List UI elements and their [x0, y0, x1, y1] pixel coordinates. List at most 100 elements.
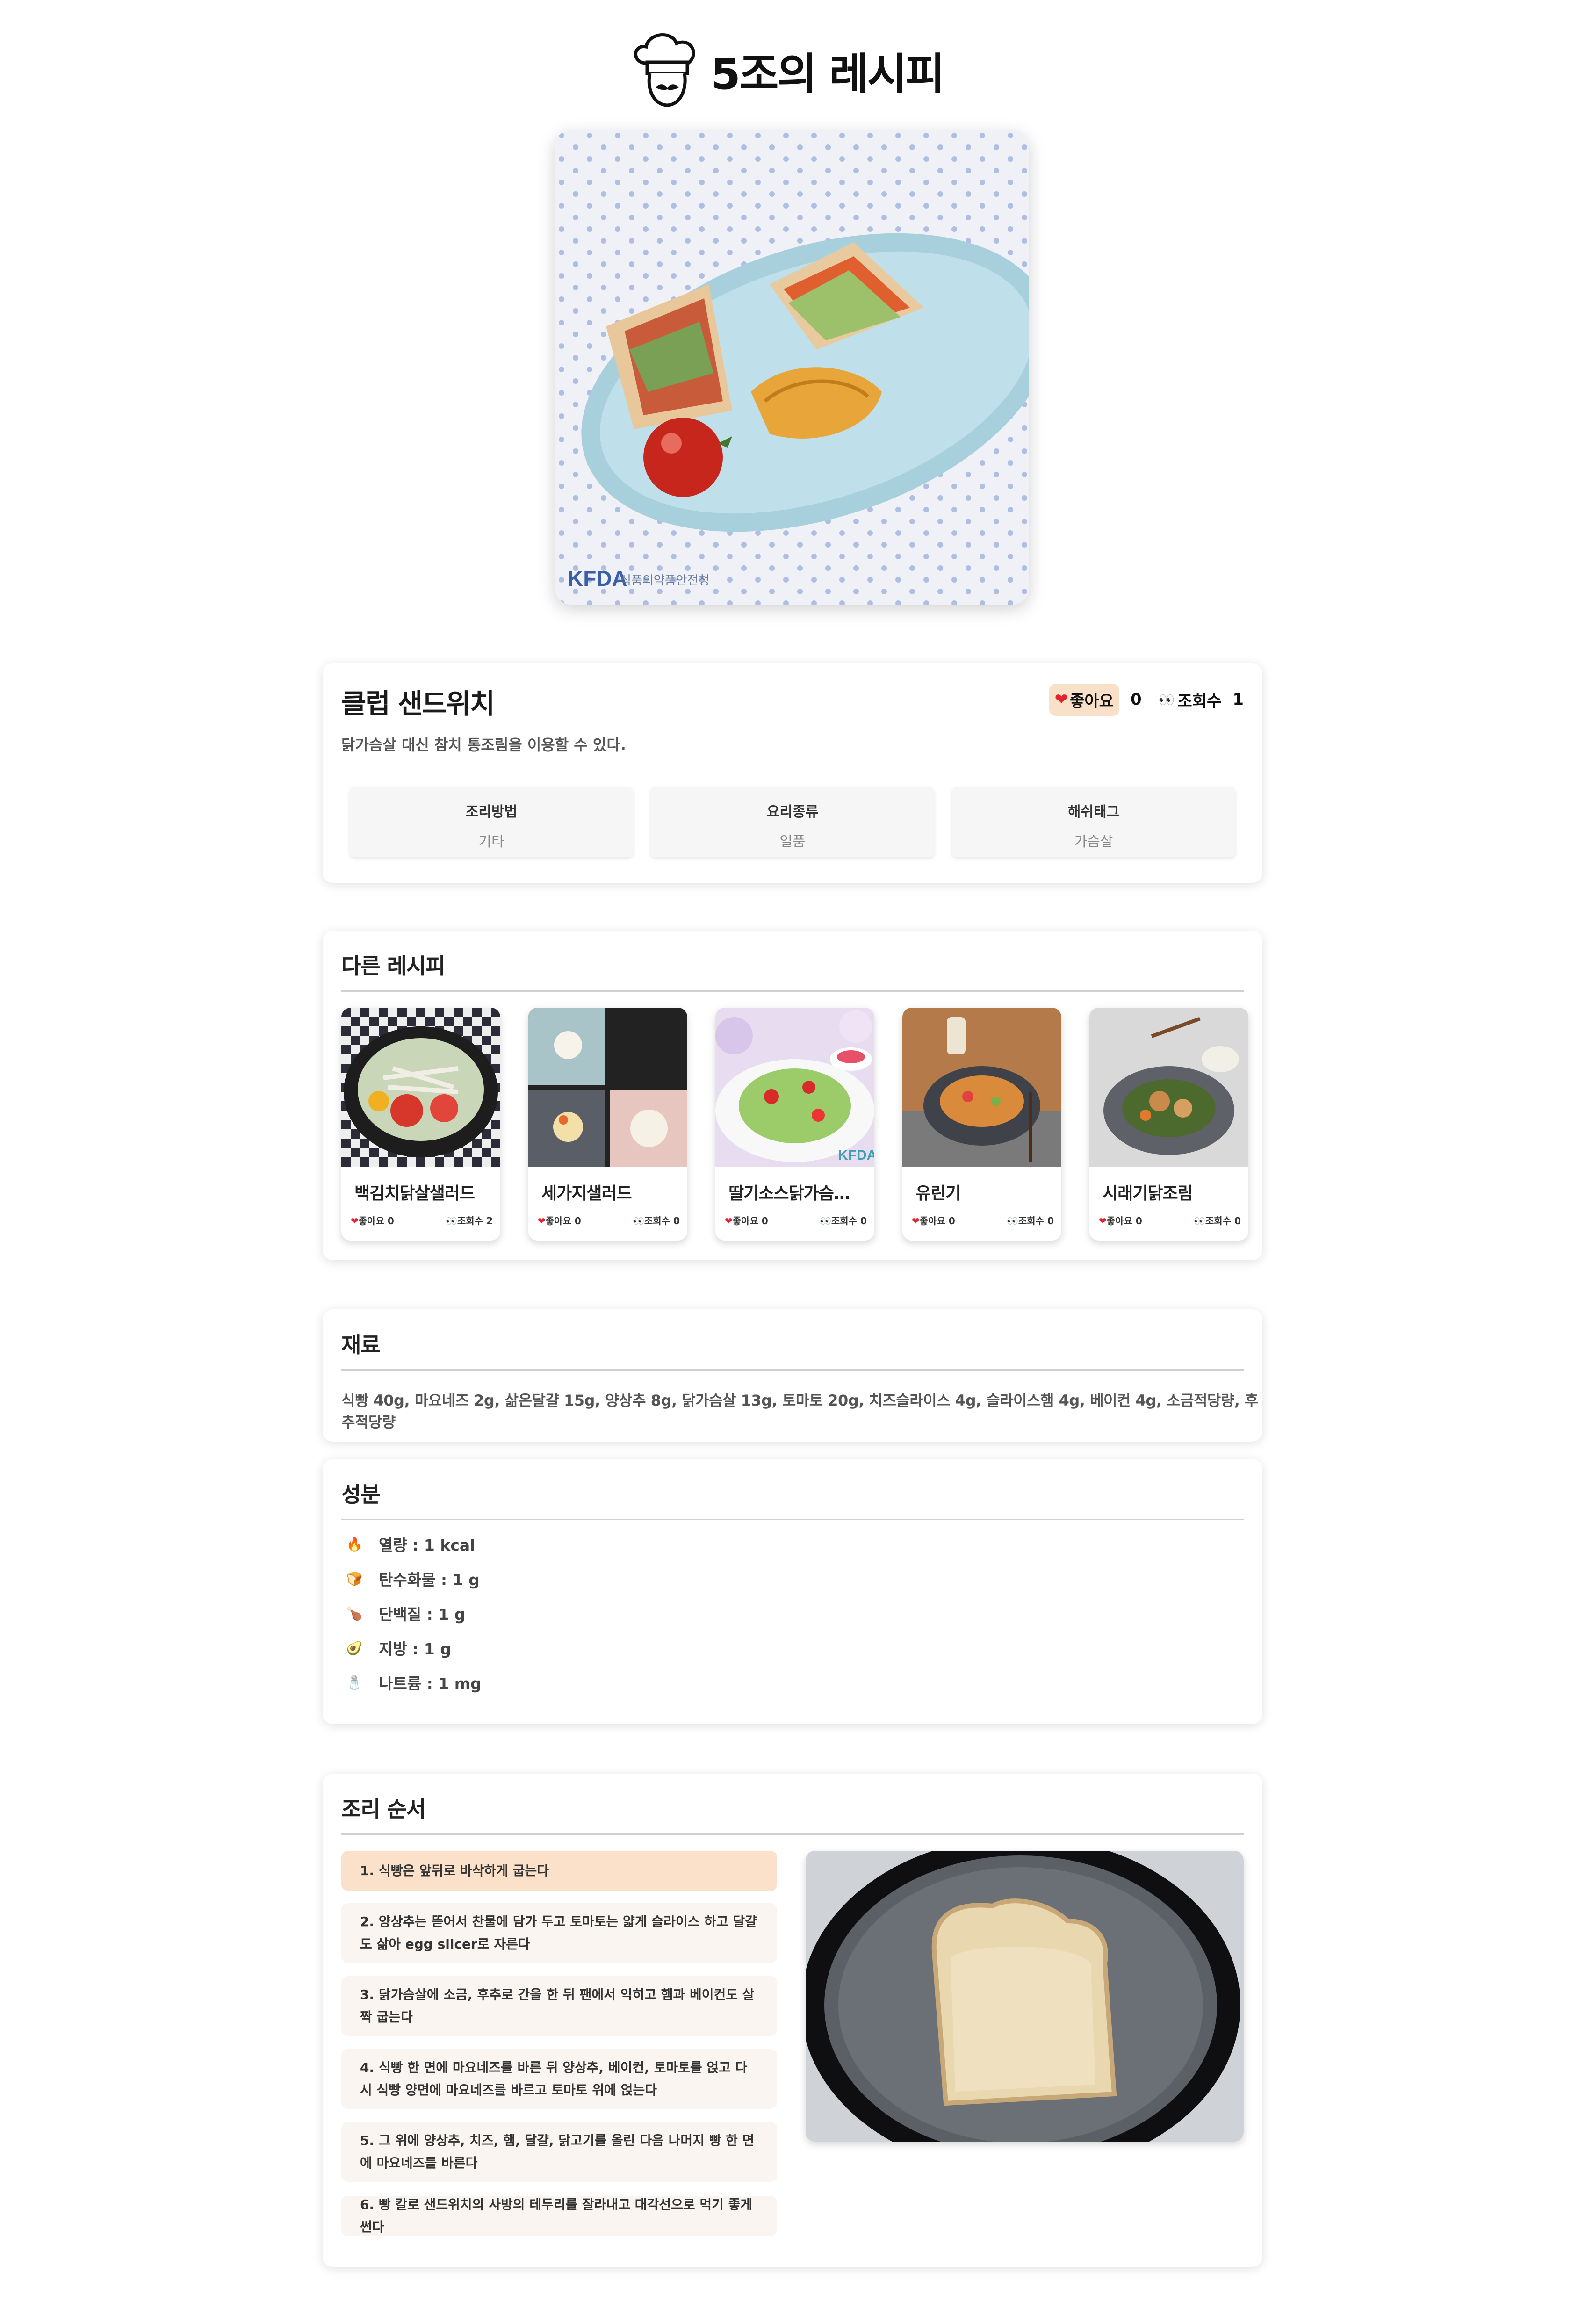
recipe-hero-image: KFDA 식품의약품안전청 [555, 130, 1029, 605]
nutrient-sodium: 🧂 나트륨 : 1 mg [341, 1668, 482, 1696]
recipe-summary-card: 클럽 샌드위치 ❤ 좋아요 0 👀 조회수 1 닭가슴살 대신 참치 통조림을 … [323, 663, 1262, 883]
like-button[interactable]: ❤ 좋아요 [1049, 683, 1119, 716]
nutrient-text: 나트륨 : 1 mg [379, 1674, 482, 1693]
recipe-description: 닭가슴살 대신 참치 통조림을 이용할 수 있다. [341, 736, 626, 754]
nutrient-text: 지방 : 1 g [379, 1640, 451, 1658]
meta-key: 요리종류 [766, 804, 819, 820]
heart-icon: ❤ [912, 1215, 920, 1227]
view-stat: 조회수 2 [457, 1215, 493, 1227]
like-count: 0 [1130, 690, 1142, 709]
cooking-step[interactable]: 5. 그 위에 양상추, 치즈, 햄, 달걀, 닭고기를 올린 다음 나머지 빵… [341, 2122, 777, 2182]
eyes-icon: 👀 [633, 1215, 644, 1227]
svg-text:KFDA: KFDA [838, 1148, 874, 1163]
view-stat: 조회수 0 [1205, 1215, 1241, 1227]
meta-dish-type: 요리종류 일품 [651, 787, 934, 857]
like-stat: 좋아요 0 [732, 1215, 768, 1227]
nutrients-section: 성분 🔥 열량 : 1 kcal 🍞 탄수화물 : 1 g 🍗 단백질 : 1 … [323, 1459, 1262, 1724]
svg-text:식품의약품안전청: 식품의약품안전청 [620, 574, 709, 588]
other-recipe-card[interactable]: 백김치닭살샐러드 ❤좋아요 0 👀조회수 2 [341, 1008, 500, 1241]
other-recipe-title: 딸기소스닭가슴살… [728, 1184, 864, 1203]
section-heading: 성분 [341, 1482, 381, 1507]
other-recipe-title: 유린기 [915, 1184, 961, 1203]
cooking-step[interactable]: 3. 닭가슴살에 소금, 후추로 간을 한 뒤 팬에서 익히고 햄과 베이컨도 … [341, 1976, 777, 2036]
recipe-stats: ❤ 좋아요 0 👀 조회수 1 [1049, 683, 1244, 716]
like-stat: 좋아요 0 [919, 1215, 955, 1227]
other-recipe-stats: ❤좋아요 0 👀조회수 2 [351, 1213, 493, 1227]
heart-icon: ❤ [1054, 690, 1068, 709]
meta-value: 가슴살 [1074, 834, 1113, 850]
eyes-icon: 👀 [1007, 1215, 1018, 1227]
other-recipe-card[interactable]: 시래기닭조림 ❤좋아요 0 👀조회수 0 [1089, 1008, 1248, 1241]
like-stat: 좋아요 0 [1106, 1215, 1142, 1227]
nutrient-text: 열량 : 1 kcal [379, 1536, 476, 1554]
meta-cooking-method: 조리방법 기타 [350, 787, 633, 857]
drumstick-icon: 🍗 [346, 1605, 363, 1621]
avocado-icon: 🥑 [346, 1640, 363, 1656]
divider [341, 1833, 1244, 1835]
other-recipe-title: 시래기닭조림 [1103, 1184, 1193, 1203]
view-label: 조회수 [1177, 692, 1222, 711]
nutrient-protein: 🍗 단백질 : 1 g [341, 1599, 466, 1627]
divider [341, 990, 1244, 992]
other-recipe-stats: ❤좋아요 0 👀조회수 0 [538, 1213, 680, 1227]
cooking-step[interactable]: 1. 식빵은 앞뒤로 바삭하게 굽는다 [341, 1851, 777, 1891]
nutrient-calories: 🔥 열량 : 1 kcal [341, 1530, 476, 1558]
section-heading: 재료 [341, 1332, 381, 1357]
view-stat: 조회수 0 [1018, 1215, 1054, 1227]
cooking-step[interactable]: 2. 양상추는 뜯어서 찬물에 담가 두고 토마토는 얇게 슬라이스 하고 달걀… [341, 1903, 777, 1963]
eyes-icon: 👀 [1158, 692, 1175, 707]
other-recipe-stats: ❤좋아요 0 👀조회수 0 [725, 1213, 867, 1227]
meta-value: 일품 [779, 834, 806, 850]
section-heading: 다른 레시피 [341, 953, 446, 979]
other-recipe-stats: ❤좋아요 0 👀조회수 0 [912, 1213, 1054, 1227]
nutrient-fat: 🥑 지방 : 1 g [341, 1634, 451, 1662]
other-recipe-title: 세가지샐러드 [541, 1184, 632, 1203]
heart-icon: ❤ [351, 1215, 359, 1227]
heart-icon: ❤ [538, 1215, 546, 1227]
fire-icon: 🔥 [346, 1536, 363, 1552]
heart-icon: ❤ [1099, 1215, 1107, 1227]
site-title: 5조의 레시피 [710, 49, 945, 99]
recipe-thumbnail [1089, 1008, 1248, 1167]
divider [341, 1519, 1244, 1520]
view-stat: 조회수 0 [644, 1215, 680, 1227]
view-stat: 조회수 0 [831, 1215, 867, 1227]
meta-value: 기타 [478, 834, 504, 850]
ingredients-section: 재료 식빵 40g, 마요네즈 2g, 삶은달걀 15g, 양상추 8g, 닭가… [323, 1309, 1262, 1442]
nutrient-text: 단백질 : 1 g [379, 1605, 466, 1624]
site-header: 5조의 레시피 [0, 33, 1571, 107]
divider [341, 1369, 1244, 1371]
other-recipe-card[interactable]: 유린기 ❤좋아요 0 👀조회수 0 [902, 1008, 1061, 1241]
nutrient-text: 탄수화물 : 1 g [379, 1571, 480, 1589]
cooking-step[interactable]: 4. 식빵 한 면에 마요네즈를 바른 뒤 양상추, 베이컨, 토마토를 얹고 … [341, 2049, 777, 2109]
chef-hat-mustache-icon [634, 33, 695, 107]
cooking-steps-section: 조리 순서 1. 식빵은 앞뒤로 바삭하게 굽는다 2. 양상추는 뜯어서 찬물… [323, 1774, 1262, 2267]
recipe-title: 클럽 샌드위치 [341, 688, 495, 720]
recipe-thumbnail [902, 1008, 1061, 1167]
meta-key: 조리방법 [465, 804, 518, 820]
other-recipe-stats: ❤좋아요 0 👀조회수 0 [1099, 1213, 1241, 1227]
eyes-icon: 👀 [820, 1215, 831, 1227]
svg-text:KFDA: KFDA [568, 566, 627, 591]
like-stat: 좋아요 0 [545, 1215, 581, 1227]
recipe-thumbnail [528, 1008, 687, 1167]
other-recipe-title: 백김치닭살샐러드 [354, 1184, 475, 1203]
other-recipe-card[interactable]: 세가지샐러드 ❤좋아요 0 👀조회수 0 [528, 1008, 687, 1241]
eyes-icon: 👀 [446, 1215, 457, 1227]
view-count: 1 [1232, 690, 1244, 709]
meta-hashtag: 해쉬태그 가슴살 [952, 787, 1235, 857]
heart-icon: ❤ [725, 1215, 733, 1227]
salt-shaker-icon: 🧂 [346, 1674, 363, 1690]
like-label: 좋아요 [1070, 692, 1114, 711]
section-heading: 조리 순서 [341, 1797, 426, 1822]
like-stat: 좋아요 0 [358, 1215, 394, 1227]
cooking-step[interactable]: 6. 빵 칼로 샌드위치의 사방의 테두리를 잘라내고 대각선으로 먹기 좋게 … [341, 2196, 777, 2236]
meta-key: 해쉬태그 [1067, 804, 1120, 820]
other-recipes-section: 다른 레시피 백김치닭살샐러드 ❤좋아요 0 👀조회수 2 세가지샐러드 ❤좋아… [323, 931, 1262, 1260]
eyes-icon: 👀 [1194, 1215, 1205, 1227]
bread-icon: 🍞 [346, 1571, 363, 1587]
recipe-thumbnail: KFDA [715, 1008, 874, 1167]
other-recipe-card[interactable]: KFDA 딸기소스닭가슴살… ❤좋아요 0 👀조회수 0 [715, 1008, 874, 1241]
ingredients-text: 식빵 40g, 마요네즈 2g, 삶은달걀 15g, 양상추 8g, 닭가슴살 … [341, 1392, 1258, 1431]
step-image [806, 1851, 1244, 2142]
